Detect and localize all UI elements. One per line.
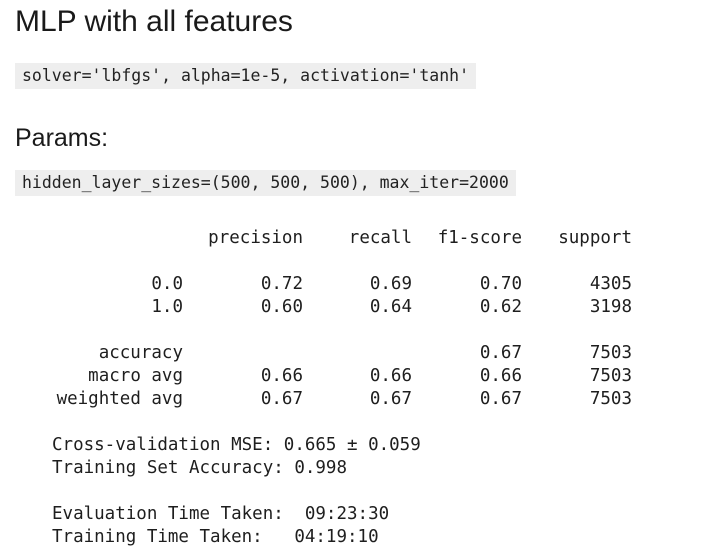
row-recall: 0.69: [369, 274, 412, 294]
header-support: support: [558, 228, 632, 248]
notebook-output: MLP with all features solver='lbfgs', al…: [0, 0, 712, 552]
params-heading: Params:: [15, 124, 109, 152]
row-support: 4305: [589, 274, 632, 294]
row-f1: 0.70: [479, 274, 522, 294]
row-label: weighted avg: [56, 389, 183, 409]
row-support: 7503: [589, 366, 632, 386]
row-label: 0.0: [151, 274, 183, 294]
row-precision: 0.67: [260, 389, 303, 409]
row-support: 7503: [589, 343, 632, 363]
cv-mse-line: Cross-validation MSE: 0.665 ± 0.059: [52, 435, 421, 455]
solver-code: solver='lbfgs', alpha=1e-5, activation='…: [15, 63, 477, 89]
hidden-layer-code: hidden_layer_sizes=(500, 500, 500), max_…: [15, 170, 516, 196]
header-precision: precision: [208, 228, 303, 248]
header-recall: recall: [348, 228, 412, 248]
training-accuracy-line: Training Set Accuracy: 0.998: [52, 458, 348, 478]
row-f1: 0.66: [479, 366, 522, 386]
row-f1: 0.67: [479, 389, 522, 409]
row-recall: 0.67: [369, 389, 412, 409]
row-precision: 0.72: [260, 274, 303, 294]
evaluation-time-line: Evaluation Time Taken: 09:23:30: [52, 504, 390, 524]
row-label: 1.0: [151, 297, 183, 317]
row-precision: 0.60: [260, 297, 303, 317]
row-f1: 0.67: [479, 343, 522, 363]
row-label: accuracy: [98, 343, 183, 363]
row-support: 3198: [589, 297, 632, 317]
row-recall: 0.66: [369, 366, 412, 386]
row-f1: 0.62: [479, 297, 522, 317]
header-f1-score: f1-score: [437, 228, 522, 248]
row-label: macro avg: [88, 366, 183, 386]
training-time-line: Training Time Taken: 04:19:10: [52, 527, 379, 547]
page-title: MLP with all features: [15, 5, 293, 38]
row-recall: 0.64: [369, 297, 412, 317]
row-support: 7503: [589, 389, 632, 409]
row-precision: 0.66: [260, 366, 303, 386]
